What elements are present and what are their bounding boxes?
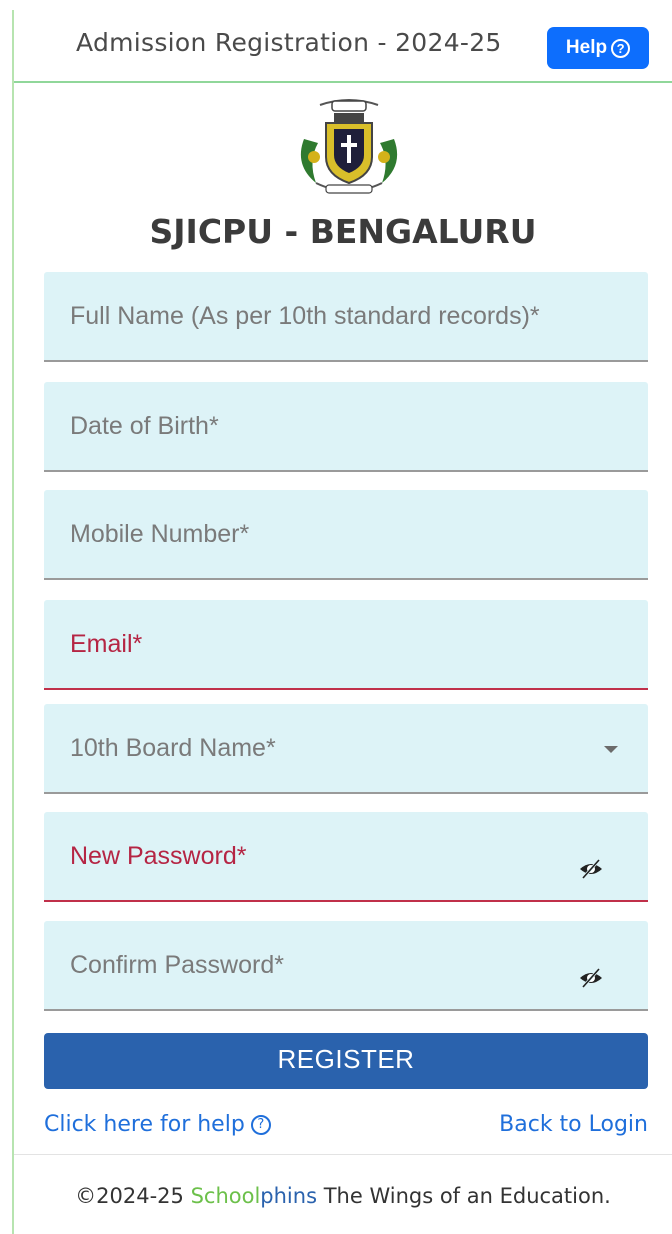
chevron-down-icon xyxy=(604,746,618,753)
registration-card: Admission Registration - 2024-25 Help ? … xyxy=(12,10,672,1234)
email-field[interactable]: Email* xyxy=(44,600,648,690)
register-button[interactable]: REGISTER xyxy=(44,1033,648,1089)
college-name: SJICPU - BENGALURU xyxy=(149,212,537,251)
new-password-field[interactable]: New Password* xyxy=(44,812,648,902)
question-circle-icon: ? xyxy=(611,38,631,58)
eye-slash-icon[interactable] xyxy=(578,967,604,989)
college-crest-logo xyxy=(300,99,398,194)
footer-brand-school: School xyxy=(190,1184,261,1208)
full-name-placeholder: Full Name (As per 10th standard records)… xyxy=(70,302,540,330)
footer-copyright: ©2024-25 xyxy=(75,1184,191,1208)
help-button-label: Help xyxy=(565,37,608,58)
page-title: Admission Registration - 2024-25 xyxy=(76,28,502,57)
help-link[interactable]: Click here for help ? xyxy=(44,1112,271,1137)
page-header: Admission Registration - 2024-25 Help ? xyxy=(14,10,672,83)
footer-divider xyxy=(14,1154,672,1155)
mobile-field[interactable]: Mobile Number* xyxy=(44,490,648,580)
dob-placeholder: Date of Birth* xyxy=(70,412,219,440)
confirm-password-placeholder: Confirm Password* xyxy=(70,951,284,979)
back-to-login-link[interactable]: Back to Login xyxy=(499,1112,648,1137)
footer-brand-phins: phins xyxy=(260,1184,318,1208)
email-placeholder: Email* xyxy=(70,630,143,658)
mobile-placeholder: Mobile Number* xyxy=(70,520,250,548)
eye-slash-icon[interactable] xyxy=(578,858,604,880)
footer-tagline: The Wings of an Education. xyxy=(317,1184,611,1208)
footer: ©2024-25 Schoolphins The Wings of an Edu… xyxy=(14,1184,672,1208)
help-button[interactable]: Help ? xyxy=(547,27,649,69)
new-password-placeholder: New Password* xyxy=(70,842,247,870)
dob-field[interactable]: Date of Birth* xyxy=(44,382,648,472)
help-link-label: Click here for help xyxy=(44,1112,245,1137)
question-circle-icon: ? xyxy=(250,1114,271,1135)
board-placeholder: 10th Board Name* xyxy=(70,734,276,762)
board-select[interactable]: 10th Board Name* xyxy=(44,704,648,794)
confirm-password-field[interactable]: Confirm Password* xyxy=(44,921,648,1011)
full-name-field[interactable]: Full Name (As per 10th standard records)… xyxy=(44,272,648,362)
